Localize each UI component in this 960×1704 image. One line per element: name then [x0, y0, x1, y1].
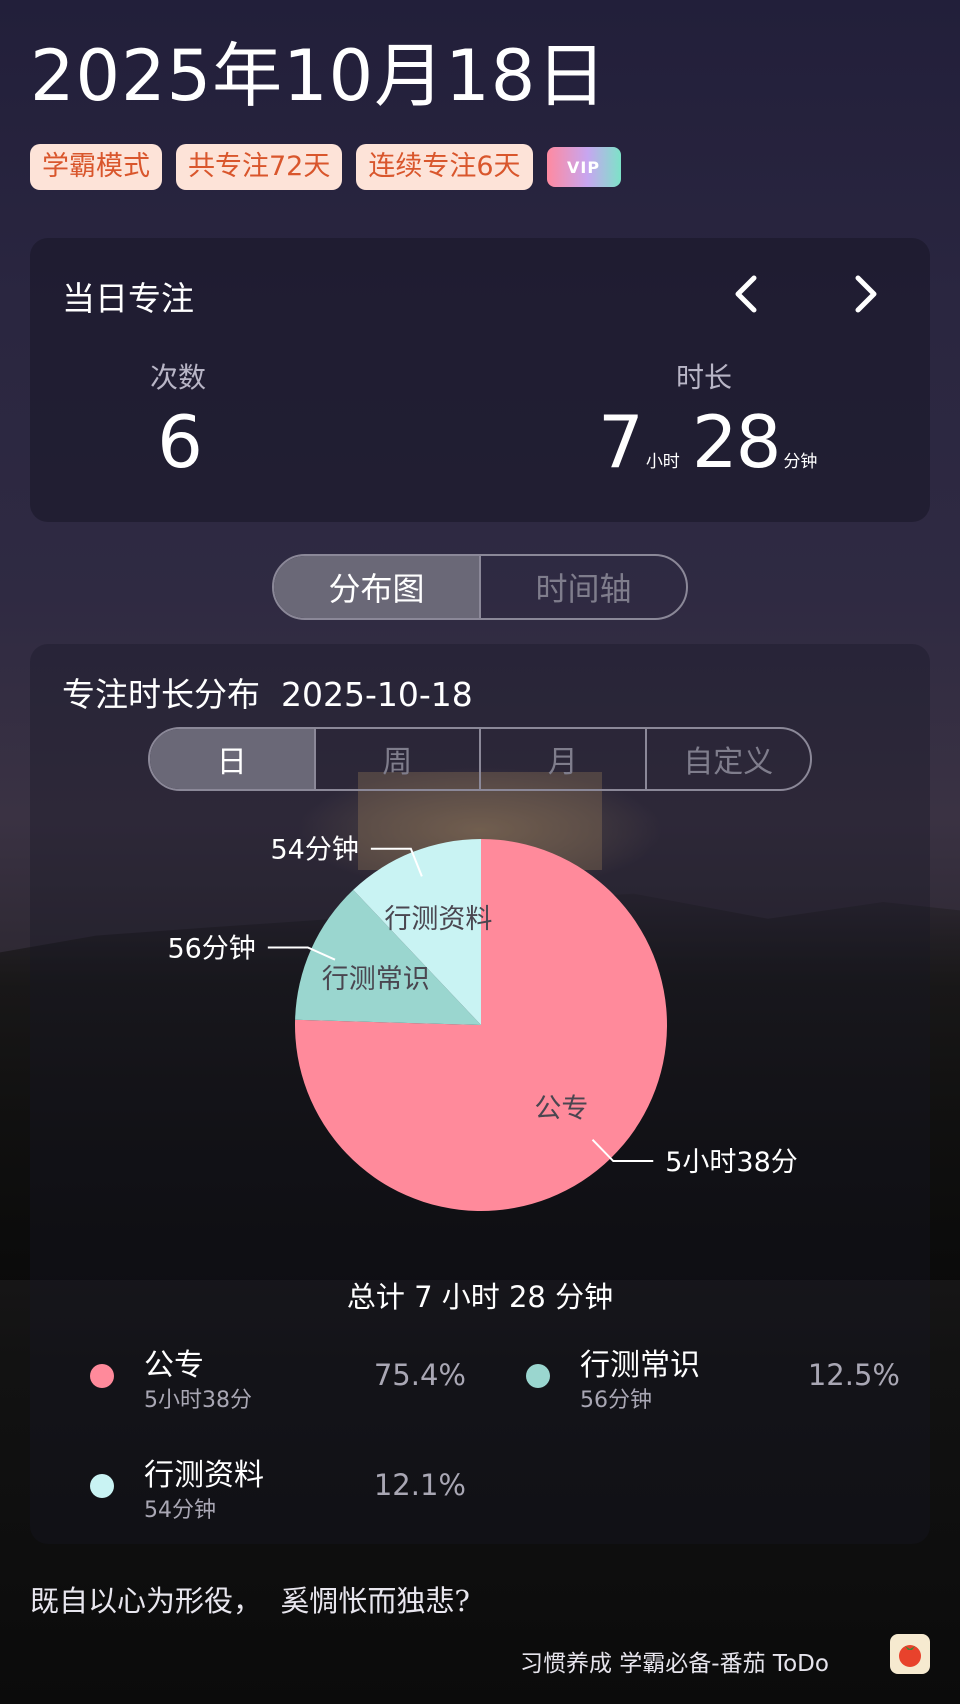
tomato-app-icon — [890, 1634, 930, 1674]
tab-distribution[interactable]: 分布图 — [274, 556, 481, 618]
legend-dot-gongzhuan — [90, 1364, 114, 1388]
status-tags: 学霸模式 共专注72天 连续专注6天 VIP — [30, 144, 621, 190]
app-slogan: 习惯养成 学霸必备-番茄 ToDo — [520, 1651, 829, 1677]
duration-value: 7 小时 28 分钟 — [598, 400, 829, 484]
duration-hours: 7 — [598, 400, 644, 484]
tab-timeline[interactable]: 时间轴 — [481, 556, 686, 618]
tab-month[interactable]: 月 — [481, 729, 647, 789]
duration-label: 时长 — [676, 361, 733, 394]
hours-unit: 小时 — [645, 452, 680, 472]
view-toggle: 分布图 时间轴 — [272, 554, 688, 620]
page-title: 2025年10月18日 — [30, 35, 608, 117]
count-value: 6 — [157, 400, 203, 484]
count-label: 次数 — [150, 361, 207, 394]
distribution-title: 专注时长分布 2025-10-18 — [62, 668, 473, 716]
tab-week[interactable]: 周 — [316, 729, 481, 789]
vip-badge[interactable]: VIP — [546, 147, 621, 187]
period-toggle: 日 周 月 自定义 — [148, 727, 812, 791]
tab-day[interactable]: 日 — [150, 729, 316, 789]
legend-duration: 54分钟 — [144, 1498, 216, 1523]
legend-label: 行测资料 — [144, 1458, 264, 1493]
distribution-title-text: 专注时长分布 — [62, 675, 260, 714]
daily-focus-title: 当日专注 — [62, 279, 194, 318]
chevron-left-icon[interactable] — [728, 272, 768, 316]
legend-dot-changshi — [526, 1364, 550, 1388]
legend-percent: 75.4% — [373, 1358, 466, 1392]
chevron-right-icon[interactable] — [844, 272, 884, 316]
tag-total-days[interactable]: 共专注72天 — [176, 144, 343, 190]
legend-label: 行测常识 — [580, 1348, 700, 1383]
legend-percent: 12.1% — [373, 1468, 466, 1502]
legend-duration: 56分钟 — [580, 1388, 652, 1413]
duration-minutes: 28 — [691, 400, 782, 484]
tag-mode[interactable]: 学霸模式 — [30, 144, 162, 190]
legend-label: 公专 — [144, 1348, 204, 1383]
minutes-unit: 分钟 — [783, 452, 818, 472]
legend-duration: 5小时38分 — [144, 1388, 252, 1413]
distribution-date: 2025-10-18 — [280, 675, 473, 714]
legend-dot-ziliao — [90, 1474, 114, 1498]
tag-streak-days[interactable]: 连续专注6天 — [356, 144, 533, 190]
quote-text: 既自以心为形役， 奚惆怅而独悲? — [30, 1584, 470, 1618]
total-duration: 总计 7 小时 28 分钟 — [346, 1280, 614, 1314]
tab-custom[interactable]: 自定义 — [647, 729, 811, 789]
legend-percent: 12.5% — [807, 1358, 900, 1392]
